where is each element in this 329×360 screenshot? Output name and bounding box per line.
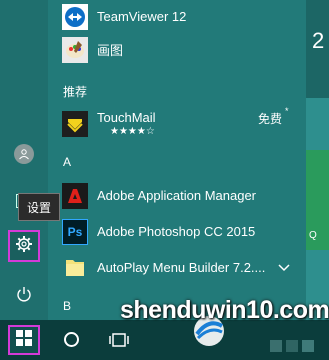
task-view-icon[interactable] — [108, 332, 130, 348]
chevron-down-icon[interactable] — [278, 260, 290, 278]
folder-icon — [62, 255, 88, 281]
tile-text: Q — [309, 230, 317, 241]
section-header-recommended: 推荐 — [63, 85, 88, 99]
app-label: 画图 — [97, 43, 124, 58]
live-tile-green[interactable]: Q — [306, 150, 329, 250]
teamviewer-icon — [62, 3, 88, 30]
price-badge: 免费 — [258, 112, 283, 126]
rating-stars: ★★★★☆ — [110, 126, 155, 137]
app-label: TouchMail — [97, 109, 156, 125]
app-item-autoplay[interactable]: AutoPlay Menu Builder 7.2.... — [62, 251, 302, 284]
photoshop-icon: Ps — [62, 218, 88, 245]
watermark-blocks — [270, 340, 320, 354]
app-label: TeamViewer 12 — [97, 9, 187, 24]
app-item-photoshop[interactable]: Ps Adobe Photoshop CC 2015 — [62, 215, 302, 248]
app-item-touchmail[interactable]: TouchMail ★★★★☆ 免费 * — [62, 106, 302, 142]
windows-icon — [16, 329, 32, 351]
search-icon[interactable] — [64, 332, 79, 347]
section-header-a: A — [63, 155, 72, 169]
app-label: AutoPlay Menu Builder 7.2.... — [97, 260, 266, 275]
settings-button[interactable] — [8, 230, 40, 262]
desktop: 2 Q TeamViewer 12 画图 推荐 TouchMail ★★★★☆ … — [0, 0, 329, 360]
section-header-b: B — [63, 299, 72, 313]
tile-column: 2 Q — [306, 0, 329, 320]
paint-palette-icon — [62, 36, 88, 63]
tile-text: 2 — [312, 28, 325, 53]
user-icon — [14, 144, 34, 164]
settings-tooltip: 设置 — [18, 193, 60, 221]
gear-icon — [15, 235, 33, 258]
adobe-icon — [62, 182, 88, 209]
watermark-text: shenduwin10.com — [120, 296, 329, 324]
user-account-button[interactable] — [8, 138, 40, 170]
start-button[interactable] — [8, 325, 40, 355]
power-icon — [16, 286, 32, 307]
app-label: Adobe Application Manager — [97, 188, 257, 203]
app-item-paint[interactable]: 画图 — [62, 33, 302, 66]
power-button[interactable] — [8, 280, 40, 312]
live-tile-top[interactable]: 2 — [306, 0, 329, 98]
app-item-teamviewer[interactable]: TeamViewer 12 — [62, 0, 302, 33]
app-item-adobe-application-manager[interactable]: Adobe Application Manager — [62, 179, 302, 212]
price-footnote-mark: * — [285, 106, 289, 116]
touchmail-icon — [62, 111, 88, 137]
app-label: Adobe Photoshop CC 2015 — [97, 224, 256, 239]
